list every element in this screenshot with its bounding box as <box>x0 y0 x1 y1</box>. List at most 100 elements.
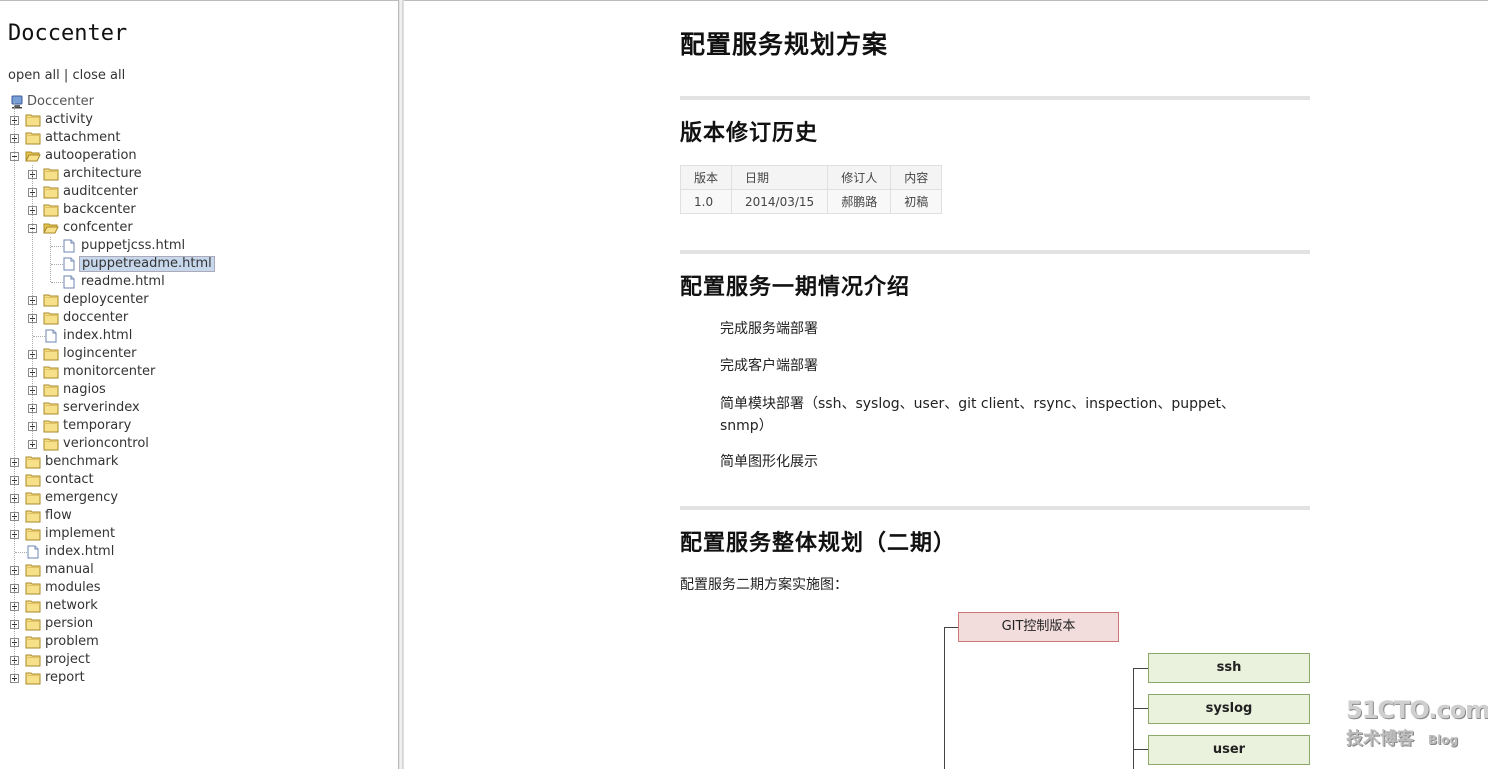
tree-folder[interactable]: attachment <box>8 129 368 147</box>
tree-label[interactable]: puppetreadme.html <box>79 256 215 272</box>
tree-label[interactable]: index.html <box>61 327 134 345</box>
tree-label[interactable]: benchmark <box>43 453 120 471</box>
tree-folder[interactable]: architecture <box>8 165 368 183</box>
tree-label[interactable]: network <box>43 597 100 615</box>
tree-label[interactable]: persion <box>43 615 95 633</box>
tree-label[interactable]: report <box>43 669 87 687</box>
folder-icon <box>25 113 41 127</box>
diagram-connector <box>1133 668 1148 669</box>
tree-label[interactable]: project <box>43 651 92 669</box>
tree-folder[interactable]: confcenter <box>8 219 368 237</box>
tree-label[interactable]: attachment <box>43 129 123 147</box>
tree-toggle-links: open all | close all <box>8 68 125 83</box>
tree-label[interactable]: confcenter <box>61 219 135 237</box>
tree-file[interactable]: puppetreadme.html <box>8 255 368 273</box>
folder-icon <box>43 437 59 451</box>
folder-open-icon <box>43 221 59 235</box>
tree-label[interactable]: contact <box>43 471 96 489</box>
diagram-connector <box>1133 708 1148 709</box>
folder-icon <box>43 293 59 307</box>
tree-label[interactable]: deploycenter <box>61 291 151 309</box>
tree-guide <box>50 237 51 282</box>
tree-label[interactable]: flow <box>43 507 74 525</box>
folder-icon <box>25 455 41 469</box>
close-all-link[interactable]: close all <box>72 68 125 83</box>
table-cell: 郝鹏路 <box>827 189 892 214</box>
tree-file[interactable]: index.html <box>8 543 368 561</box>
tree-folder[interactable]: project <box>8 651 368 669</box>
list-item: 简单模块部署（ssh、syslog、user、git client、rsync、… <box>720 396 1235 434</box>
tree-folder[interactable]: manual <box>8 561 368 579</box>
tree-file[interactable]: puppetjcss.html <box>8 237 368 255</box>
tree-folder[interactable]: implement <box>8 525 368 543</box>
tree-file[interactable]: index.html <box>8 327 368 345</box>
folder-icon <box>25 671 41 685</box>
tree-label[interactable]: backcenter <box>61 201 138 219</box>
tree-label[interactable]: emergency <box>43 489 120 507</box>
tree-label[interactable]: auditcenter <box>61 183 140 201</box>
tree-label[interactable]: readme.html <box>79 273 167 291</box>
table-header: 修订人 <box>827 165 892 190</box>
tree-folder[interactable]: auditcenter <box>8 183 368 201</box>
tree-folder[interactable]: logincenter <box>8 345 368 363</box>
tree-folder[interactable]: monitorcenter <box>8 363 368 381</box>
tree-folder[interactable]: emergency <box>8 489 368 507</box>
tree-label[interactable]: implement <box>43 525 117 543</box>
module-box-user: user <box>1148 735 1310 765</box>
tree-folder[interactable]: activity <box>8 111 368 129</box>
tree-folder[interactable]: serverindex <box>8 399 368 417</box>
tree-label[interactable]: manual <box>43 561 96 579</box>
tree-folder[interactable]: doccenter <box>8 309 368 327</box>
list-item: 完成客户端部署 <box>720 358 818 374</box>
tree-label[interactable]: index.html <box>43 543 116 561</box>
tree-label[interactable]: logincenter <box>61 345 139 363</box>
tree-folder[interactable]: verioncontrol <box>8 435 368 453</box>
watermark-logo: 51CTO.com 技术博客 Blog <box>1346 696 1488 749</box>
file-icon <box>26 545 42 559</box>
folder-icon <box>25 491 41 505</box>
table-header-row: 版本 日期 修订人 内容 <box>679 165 943 190</box>
watermark-blog: Blog <box>1428 733 1459 747</box>
folder-icon <box>25 131 41 145</box>
tree-label[interactable]: verioncontrol <box>61 435 151 453</box>
folder-icon <box>43 311 59 325</box>
tree-label[interactable]: autooperation <box>43 147 139 165</box>
tree-folder[interactable]: contact <box>8 471 368 489</box>
tree-label[interactable]: monitorcenter <box>61 363 157 381</box>
section-heading-phase2: 配置服务整体规划（二期） <box>680 530 957 556</box>
tree-folder[interactable]: flow <box>8 507 368 525</box>
tree-folder[interactable]: backcenter <box>8 201 368 219</box>
tree-folder[interactable]: persion <box>8 615 368 633</box>
tree-folder[interactable]: temporary <box>8 417 368 435</box>
tree-root[interactable]: Doccenter <box>8 93 308 111</box>
tree-file[interactable]: readme.html <box>8 273 368 291</box>
folder-icon <box>43 167 59 181</box>
tree-label[interactable]: serverindex <box>61 399 142 417</box>
diagram-intro: 配置服务二期方案实施图： <box>680 577 848 593</box>
file-icon <box>62 275 78 289</box>
tree-folder[interactable]: problem <box>8 633 368 651</box>
tree-label[interactable]: modules <box>43 579 103 597</box>
link-separator: | <box>63 68 69 83</box>
folder-icon <box>25 563 41 577</box>
tree-label[interactable]: puppetjcss.html <box>79 237 187 255</box>
diagram-connector <box>944 627 958 628</box>
tree-label[interactable]: activity <box>43 111 95 129</box>
folder-icon <box>25 509 41 523</box>
tree-label[interactable]: temporary <box>61 417 133 435</box>
tree-label[interactable]: doccenter <box>61 309 130 327</box>
tree-folder[interactable]: nagios <box>8 381 368 399</box>
open-all-link[interactable]: open all <box>8 68 60 83</box>
tree-label[interactable]: problem <box>43 633 101 651</box>
tree-folder[interactable]: network <box>8 597 368 615</box>
tree-folder[interactable]: modules <box>8 579 368 597</box>
tree-folder[interactable]: deploycenter <box>8 291 368 309</box>
diagram-connector <box>1133 668 1134 769</box>
section-heading-revision: 版本修订历史 <box>680 120 819 146</box>
tree-folder[interactable]: report <box>8 669 368 687</box>
tree-folder[interactable]: benchmark <box>8 453 368 471</box>
tree-folder[interactable]: autooperation <box>8 147 368 165</box>
tree-label[interactable]: architecture <box>61 165 144 183</box>
file-icon <box>44 329 60 343</box>
tree-label[interactable]: nagios <box>61 381 108 399</box>
